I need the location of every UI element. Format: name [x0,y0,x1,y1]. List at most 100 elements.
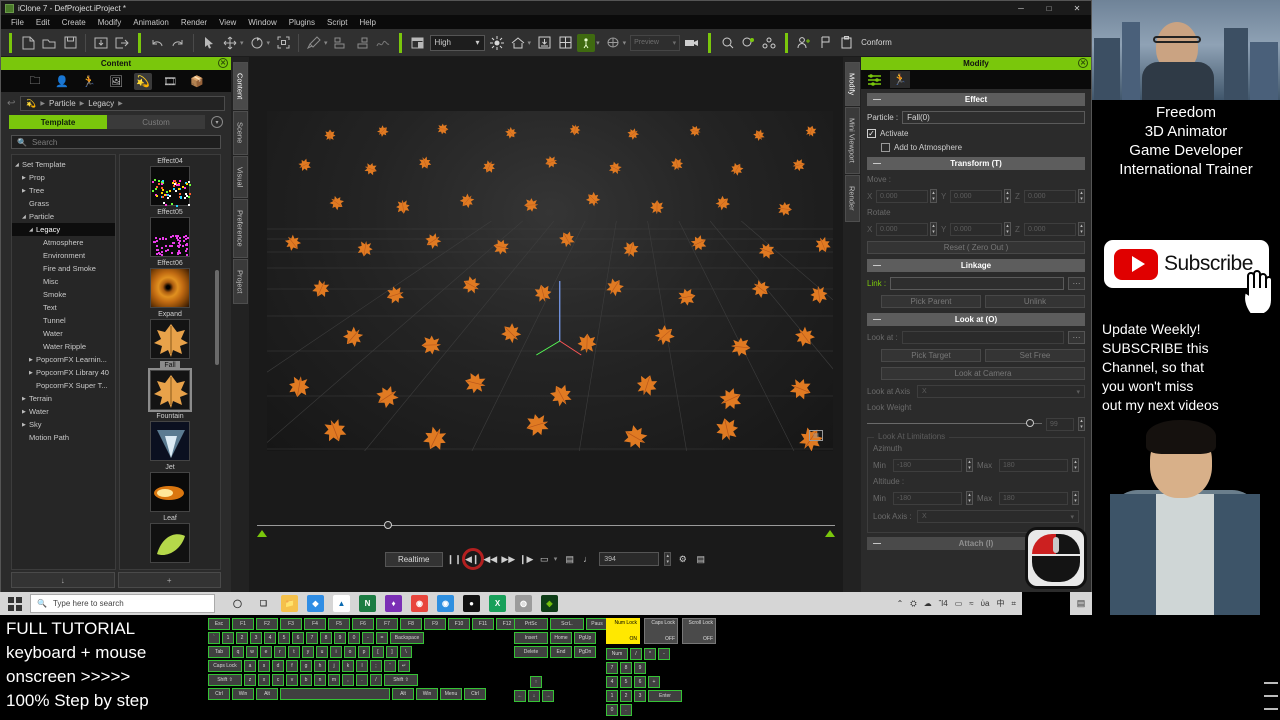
clipboard-icon[interactable] [837,34,855,52]
rotate-tool-icon[interactable] [248,34,266,52]
transform-section-header[interactable]: — Transform (T) [867,157,1085,170]
pick-target-button[interactable]: Pick Target [881,349,981,362]
vtab-scene[interactable]: Scene [233,111,248,154]
ik-toggle-icon[interactable] [577,34,595,52]
frame-stepper[interactable]: ▴ ▾ [664,552,671,566]
key-n[interactable]: n [314,674,326,686]
look-weight-field[interactable]: 99 [1046,418,1074,431]
motion-tab-icon[interactable]: 🏃 [890,71,910,88]
altitude-max-field[interactable]: 180 [999,492,1068,505]
asset-item-fall[interactable]: Fall [120,361,220,410]
category-tree[interactable]: ◢ Set Template ▶ Prop ▶ Tree Grass ◢ Particle ◢ Le… [11,154,116,570]
collapse-icon-4[interactable]: — [873,315,881,324]
key-insert[interactable]: Insert [514,632,548,644]
key--[interactable]: ← [514,690,526,702]
align-right-icon[interactable] [353,34,371,52]
select-arrow-icon[interactable] [200,34,218,52]
taskbar-search-input[interactable]: 🔍 Type here to search [30,594,215,613]
menu-item-file[interactable]: File [5,18,30,27]
chrome-icon[interactable]: ◉ [411,595,428,612]
activate-row[interactable]: ✓ Activate [867,129,1085,138]
prev-frame-button[interactable]: ◀◀ [484,552,497,567]
tree-node-prop[interactable]: ▶ Prop [12,171,115,184]
vtab-content[interactable]: Content [233,62,248,110]
tree-disclosure-icon[interactable]: ◢ [22,214,29,220]
brush-dropdown-icon[interactable]: ▾ [324,39,328,47]
key-i[interactable]: i [330,646,342,658]
key--[interactable]: . [620,704,632,716]
link-browse-button[interactable]: ··· [1068,277,1085,290]
azimuth-min-field[interactable]: -180 [893,459,962,472]
tree-disclosure-icon[interactable]: ◢ [15,162,22,168]
key-k[interactable]: k [342,660,354,672]
tree-disclosure-icon[interactable]: ▶ [22,175,29,181]
scene-3d[interactable]: ▤ [267,111,833,451]
lookat-browse-button[interactable]: ··· [1068,331,1085,344]
tray-icon-1[interactable]: ⛭ [910,599,916,609]
move-dropdown-icon[interactable]: ▾ [240,39,244,47]
tree-node-water[interactable]: ▶ Water [12,405,115,418]
altitude-min-field[interactable]: -180 [893,492,962,505]
key-r[interactable]: r [274,646,286,658]
breadcrumb-item-1[interactable]: Legacy [88,99,114,108]
search-input[interactable]: 🔍 Search [11,135,221,149]
rotate-y-stepper[interactable]: ▴ ▾ [1004,222,1011,236]
key-num[interactable]: Num [606,648,628,660]
rotate-z-stepper[interactable]: ▴ ▾ [1078,222,1085,236]
menu-item-view[interactable]: View [213,18,242,27]
tray-icon-0[interactable]: ⌃ [897,599,904,608]
key-z[interactable]: z [244,674,256,686]
align-left-icon[interactable] [332,34,350,52]
mesh-display-icon[interactable] [604,34,622,52]
tab-template[interactable]: Template [9,115,107,129]
menu-item-help[interactable]: Help [353,18,381,27]
tray-icon-3[interactable]: Ἲ4 [939,599,948,608]
tree-node-atmosphere[interactable]: Atmosphere [12,236,115,249]
rotate-x-field[interactable]: 0.000 [876,223,928,236]
viewport-info-icon[interactable]: ▤ [809,430,823,441]
tree-node-grass[interactable]: Grass [12,197,115,210]
tree-node-text[interactable]: Text [12,301,115,314]
menu-item-create[interactable]: Create [56,18,92,27]
timeline-range-end-marker[interactable] [825,530,835,537]
key-5[interactable]: 5 [620,676,632,688]
breadcrumb-item-0[interactable]: Particle [49,99,76,108]
tree-node-legacy[interactable]: ◢ Legacy [12,223,115,236]
key--[interactable]: + [648,676,660,688]
key--[interactable]: - [362,632,374,644]
rotate-y-field[interactable]: 0.000 [950,223,1002,236]
key-g[interactable]: g [300,660,312,672]
tree-node-smoke[interactable]: Smoke [12,288,115,301]
key-f5[interactable]: F5 [328,618,350,630]
start-button[interactable] [0,597,30,611]
key--[interactable]: - [658,648,670,660]
dark-app-icon[interactable]: ● [463,595,480,612]
key-end[interactable]: End [550,646,572,658]
grey-app-icon[interactable]: ◍ [515,595,532,612]
key-d[interactable]: d [272,660,284,672]
particle-effect-icon[interactable] [718,34,736,52]
key-esc[interactable]: Esc [208,618,230,630]
key-1[interactable]: 1 [222,632,234,644]
tree-node-tunnel[interactable]: Tunnel [12,314,115,327]
key-f2[interactable]: F2 [256,618,278,630]
altitude-max-stepper[interactable]: ▴ ▾ [1072,491,1079,505]
move-y-field[interactable]: 0.000 [950,190,1002,203]
key-caps-lock[interactable]: Caps Lock [208,660,242,672]
key-8[interactable]: 8 [320,632,332,644]
tree-node-environment[interactable]: Environment [12,249,115,262]
key-f[interactable]: f [286,660,298,672]
key-5[interactable]: 5 [278,632,290,644]
menu-item-modify[interactable]: Modify [92,18,128,27]
key-y[interactable]: y [302,646,314,658]
key--[interactable]: . [356,674,368,686]
move-z-stepper[interactable]: ▴ ▾ [1078,189,1085,203]
expand-options-icon[interactable]: ▾ [211,116,223,128]
key-prtsc[interactable]: PrtSc [514,618,548,630]
onenote-icon[interactable]: N [359,595,376,612]
back-arrow-icon[interactable]: ↩ [7,98,15,109]
breadcrumb-root-icon[interactable]: 💫 [26,99,36,108]
move-tool-icon[interactable] [221,34,239,52]
key-delete[interactable]: Delete [514,646,548,658]
sculpt-brush-icon[interactable] [305,34,323,52]
